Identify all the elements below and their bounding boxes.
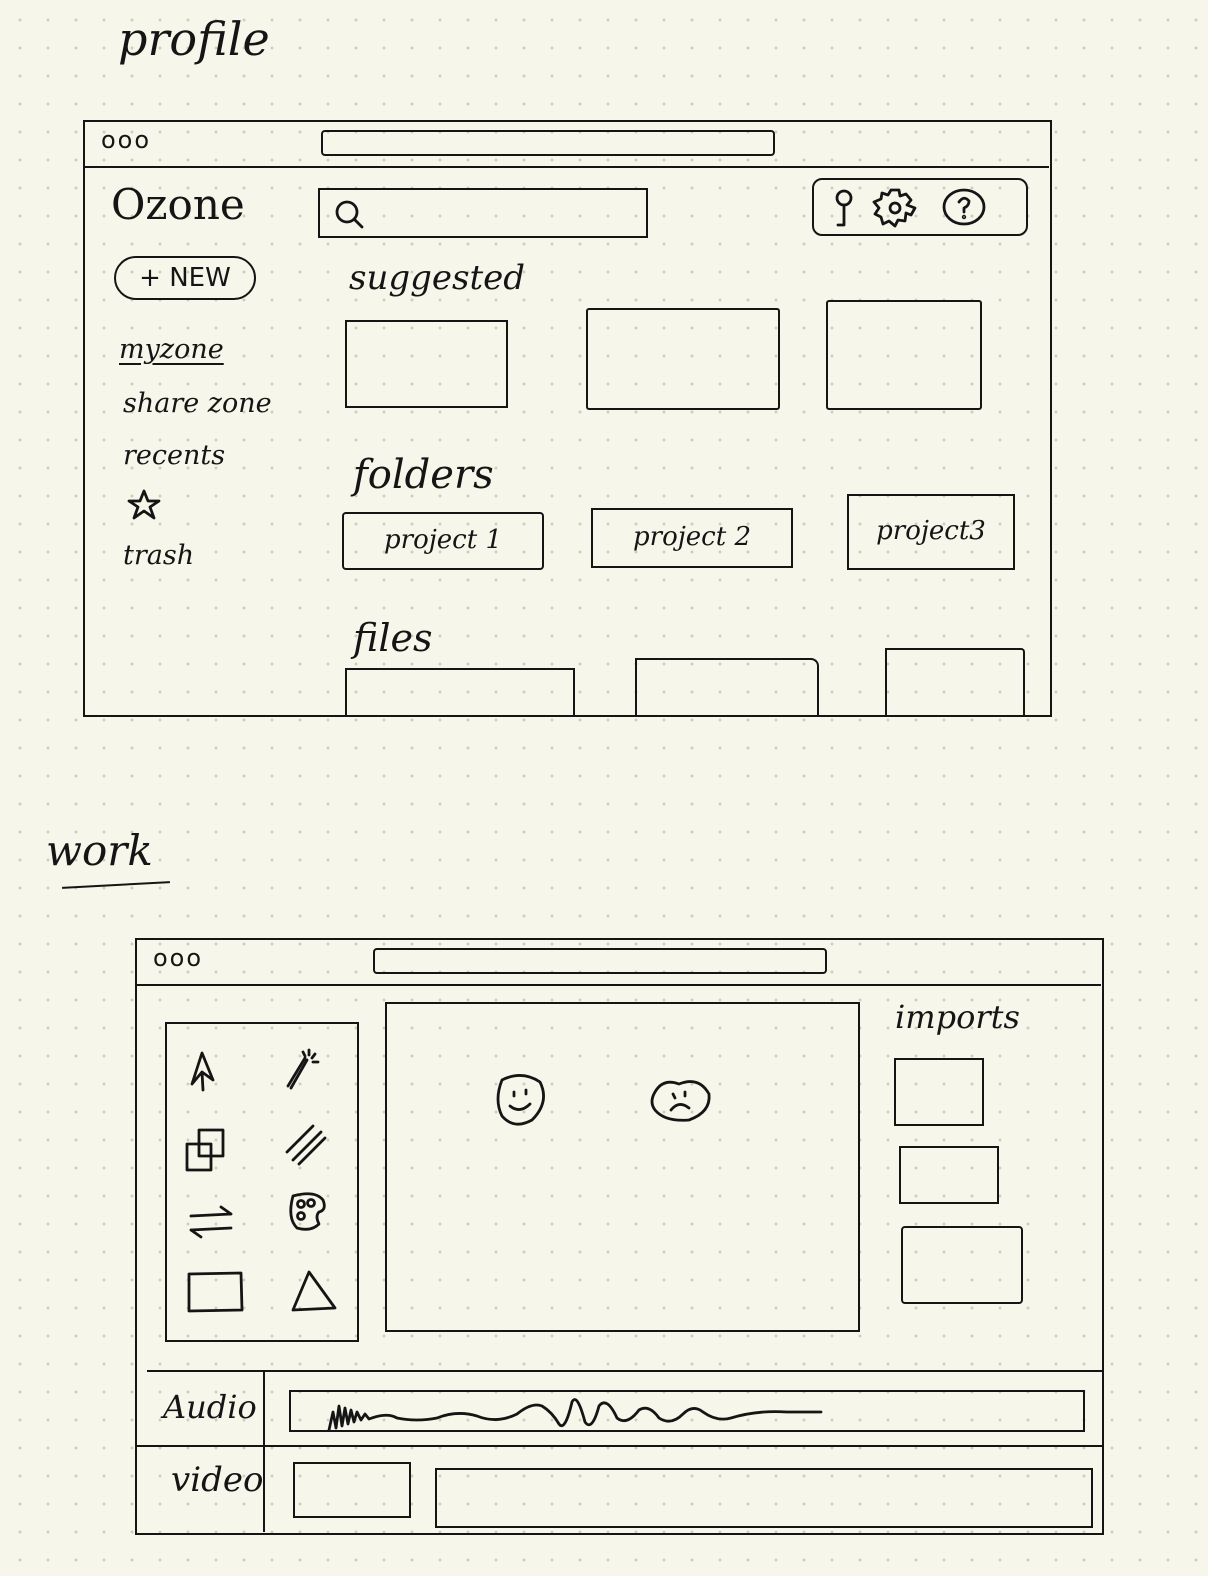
folder-project-3[interactable]: project3 [847, 494, 1015, 570]
address-bar[interactable] [321, 130, 775, 156]
folder-project-1-label: project 1 [384, 525, 502, 555]
audio-track[interactable] [289, 1390, 1085, 1432]
folder-project-2[interactable]: project 2 [591, 508, 793, 568]
sad-face-icon[interactable] [649, 1076, 713, 1124]
suggested-label: suggested [349, 258, 525, 298]
layers-icon[interactable] [183, 1126, 229, 1176]
triangle-icon[interactable] [289, 1268, 339, 1312]
nav-item-share-zone[interactable]: share zone [123, 388, 272, 419]
file-card-2[interactable] [635, 658, 819, 716]
search-input[interactable] [318, 188, 648, 238]
timeline-top-divider [147, 1370, 1103, 1372]
canvas[interactable] [385, 1002, 860, 1332]
folder-project-3-label: project3 [876, 516, 986, 546]
audio-track-label: Audio [163, 1388, 257, 1426]
video-track[interactable] [435, 1468, 1093, 1528]
hatch-icon[interactable] [283, 1122, 329, 1166]
profile-heading: profile [118, 12, 270, 66]
pen-icon[interactable] [185, 1050, 219, 1094]
profile-window: ooo Ozone + NEW myzone share zone recent… [83, 120, 1052, 717]
new-button[interactable]: + NEW [114, 256, 256, 300]
rectangle-icon[interactable] [185, 1270, 245, 1314]
star-icon[interactable] [127, 488, 161, 520]
magic-wand-icon[interactable] [283, 1046, 323, 1092]
import-item-3[interactable] [901, 1226, 1023, 1304]
title-bar-divider [137, 984, 1101, 986]
swap-arrows-icon[interactable] [187, 1204, 235, 1242]
folders-label: folders [353, 452, 494, 498]
address-bar[interactable] [373, 948, 827, 974]
timeline-label-divider [263, 1370, 265, 1532]
nav-item-myzone[interactable]: myzone [119, 334, 224, 365]
work-heading-underline [62, 881, 170, 889]
user-icon[interactable] [832, 188, 856, 228]
work-heading: work [46, 826, 153, 875]
import-item-2[interactable] [899, 1146, 999, 1204]
header-icon-group [812, 178, 1028, 236]
import-item-1[interactable] [894, 1058, 984, 1126]
suggested-card-3[interactable] [826, 300, 982, 410]
video-track-label: video [171, 1460, 264, 1500]
suggested-card-2[interactable] [586, 308, 780, 410]
palette-icon[interactable] [285, 1190, 329, 1234]
imports-label: imports [895, 998, 1020, 1036]
gear-icon[interactable] [872, 187, 918, 229]
video-clip-1[interactable] [293, 1462, 411, 1518]
audio-waveform [327, 1398, 823, 1432]
folder-project-1[interactable]: project 1 [342, 512, 544, 570]
timeline-row-divider [135, 1445, 1103, 1447]
nav-item-recents[interactable]: recents [123, 440, 225, 471]
title-bar-divider [85, 166, 1049, 168]
file-card-3[interactable] [885, 648, 1025, 716]
search-icon [335, 200, 364, 229]
files-label: files [353, 616, 433, 660]
nav-item-trash[interactable]: trash [123, 540, 194, 571]
smiley-face-icon[interactable] [492, 1072, 550, 1128]
window-controls[interactable]: ooo [153, 944, 203, 972]
brand-logo: Ozone [111, 180, 245, 229]
folder-project-2-label: project 2 [633, 522, 751, 552]
help-icon[interactable] [942, 188, 986, 228]
new-button-label: + NEW [139, 263, 231, 293]
window-controls[interactable]: ooo [101, 126, 151, 154]
file-card-1[interactable] [345, 668, 575, 716]
work-window: ooo imports Audio video [135, 938, 1104, 1535]
tool-palette [165, 1022, 359, 1342]
suggested-card-1[interactable] [345, 320, 508, 408]
